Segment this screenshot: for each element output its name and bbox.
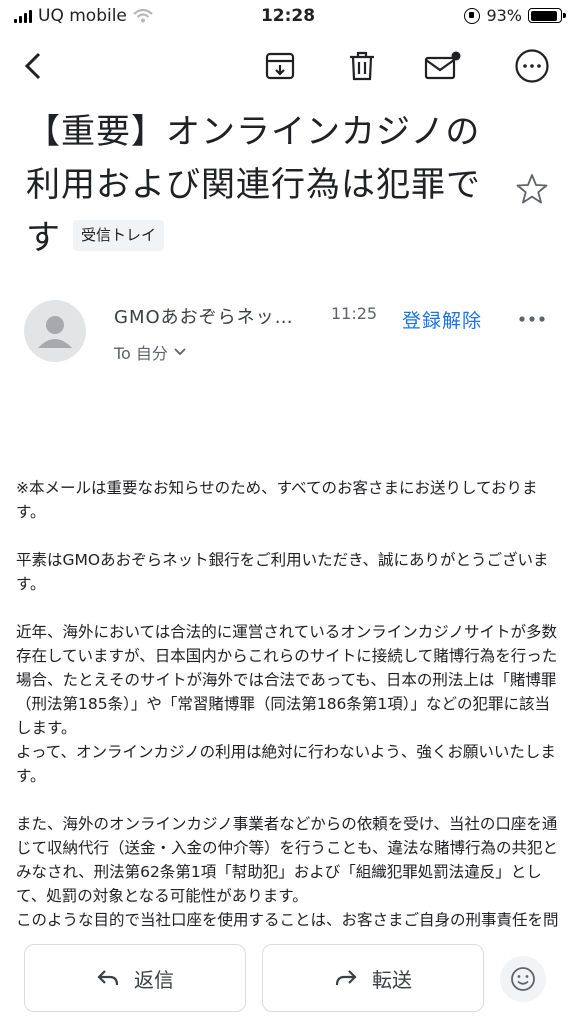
email-body: ※本メールは重要なお知らせのため、すべてのお客さまにお送りしております。 平素は… <box>16 476 560 932</box>
body-paragraph: ※本メールは重要なお知らせのため、すべてのお客さまにお送りしております。 <box>16 479 538 521</box>
recipient-text: To 自分 <box>114 344 168 363</box>
email-time: 11:25 <box>331 304 378 323</box>
status-right: 93% <box>464 6 566 25</box>
body-paragraph: また、海外のオンラインカジノ事業者などからの依頼を受け、当社の口座を通じて収納代… <box>16 812 560 908</box>
more-options-button[interactable] <box>510 44 554 88</box>
battery-level <box>530 10 558 21</box>
emoji-reaction-button[interactable] <box>500 956 546 1002</box>
back-button[interactable] <box>12 44 56 88</box>
body-text-line: また、海外のオンラインカジノ事業者などからの依頼を受け、当社の口座を通じて収納代… <box>16 815 559 905</box>
bottom-action-bar: 返信 転送 <box>0 936 576 1024</box>
forward-label: 転送 <box>372 967 412 992</box>
reply-icon <box>97 970 119 986</box>
forward-button[interactable]: 転送 <box>262 944 484 1012</box>
orientation-lock-icon <box>464 7 481 24</box>
trash-icon <box>350 51 374 81</box>
email-subject: 【重要】オンラインカジノの利用および関連行為は犯罪です 受信トレイ <box>26 106 486 265</box>
archive-icon <box>265 52 295 80</box>
body-paragraph: このような目的で当社口座を使用することは、お客さまご自身の刑事責任を問われる重大… <box>16 911 559 929</box>
status-bar: UQ mobile 12:28 93% <box>0 0 576 34</box>
sender-name[interactable]: GMOあおぞらネッ… <box>114 303 294 329</box>
smiley-icon <box>511 967 535 991</box>
back-arrow-icon <box>24 52 41 80</box>
message-more-icon[interactable] <box>515 312 549 326</box>
archive-button[interactable] <box>258 44 302 88</box>
delete-button[interactable] <box>340 44 384 88</box>
recipient-line[interactable]: To 自分 <box>114 340 186 364</box>
person-icon <box>38 316 72 348</box>
sender-avatar[interactable] <box>24 300 86 362</box>
more-options-icon <box>515 49 549 83</box>
body-text-line: 近年、海外においては合法的に運営されているオンラインカジノサイトが多数存在してい… <box>16 623 558 737</box>
body-paragraph: 平素はGMOあおぞらネット銀行をご利用いただき、誠にありがとうございます。 <box>16 551 549 593</box>
inbox-label-chip[interactable]: 受信トレイ <box>73 220 165 251</box>
reply-button[interactable]: 返信 <box>24 944 246 1012</box>
body-paragraph: よって、オンラインカジノの利用は絶対に行わないよう、強くお願いいたします。 <box>16 743 556 785</box>
forward-icon <box>335 970 357 986</box>
battery-icon <box>528 8 566 23</box>
mark-unread-icon <box>424 51 461 80</box>
body-paragraph: 近年、海外においては合法的に運営されているオンラインカジノサイトが多数存在してい… <box>16 620 560 740</box>
mark-unread-button[interactable] <box>420 44 464 88</box>
battery-percent: 93% <box>486 6 522 25</box>
star-icon[interactable] <box>515 172 549 206</box>
reply-label: 返信 <box>134 967 174 992</box>
toolbar <box>0 36 576 96</box>
chevron-down-icon <box>174 348 186 356</box>
unsubscribe-link[interactable]: 登録解除 <box>402 306 482 333</box>
